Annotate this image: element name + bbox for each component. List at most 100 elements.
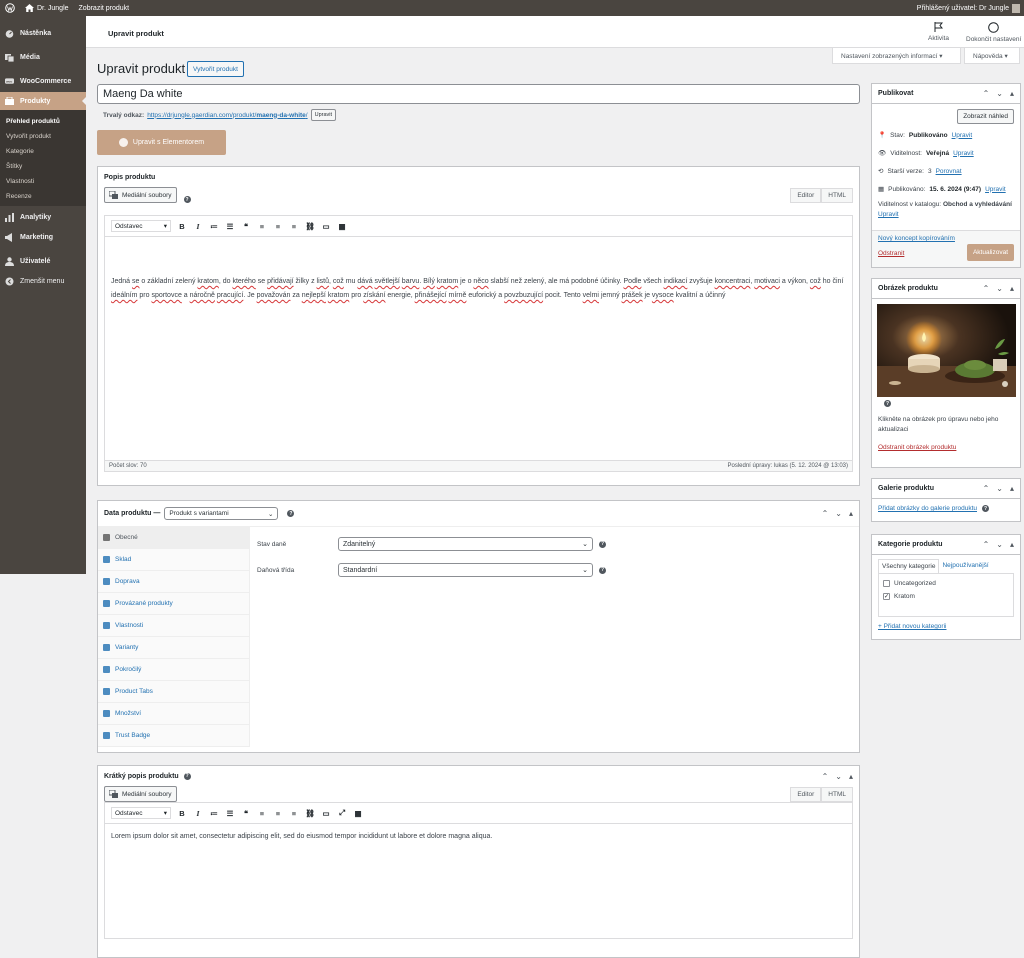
menu-products[interactable]: Produkty xyxy=(0,92,86,110)
toggle-icon[interactable]: ▴ xyxy=(849,772,853,781)
submenu-tags[interactable]: Štítky xyxy=(0,159,86,174)
chevron-down-icon[interactable]: ⌄ xyxy=(996,484,1003,493)
help-icon[interactable]: ? xyxy=(884,400,891,407)
tab-linked[interactable]: Provázané produkty xyxy=(98,593,249,615)
edit-visibility-link[interactable]: Upravit xyxy=(953,150,974,157)
permalink-link[interactable]: https://drjungle.gaerdian.com/produkt/ma… xyxy=(147,112,307,119)
menu-analytics[interactable]: Analytiky xyxy=(0,208,86,226)
tab-editor[interactable]: Editor xyxy=(790,787,822,802)
help-icon[interactable]: ? xyxy=(287,510,295,517)
link-icon[interactable]: ⛓ xyxy=(305,809,315,818)
tab-quantity[interactable]: Množství xyxy=(98,703,249,725)
wordpress-logo-icon[interactable] xyxy=(0,0,20,16)
help-icon[interactable]: ? xyxy=(599,540,606,548)
menu-dashboard[interactable]: Nástěnka xyxy=(0,24,86,42)
chevron-up-icon[interactable]: ⌃ xyxy=(983,89,990,98)
tab-advanced[interactable]: Pokročilý xyxy=(98,659,249,681)
user-account[interactable]: Přihlášený uživatel: Dr Jungle xyxy=(917,3,1024,13)
screen-options-button[interactable]: Nastavení zobrazených informací ▾ xyxy=(832,48,961,64)
toggle-icon[interactable]: ▴ xyxy=(1010,89,1014,98)
category-item[interactable]: Uncategorized xyxy=(883,580,1009,587)
bullet-list-icon[interactable]: ≔ xyxy=(209,809,219,818)
menu-collapse[interactable]: Zmenšit menu xyxy=(0,272,86,290)
tab-product-tabs[interactable]: Product Tabs xyxy=(98,681,249,703)
chevron-down-icon[interactable]: ⌄ xyxy=(996,89,1003,98)
product-title-input[interactable]: Maeng Da white xyxy=(97,84,860,104)
toggle-icon[interactable]: ▴ xyxy=(1010,284,1014,293)
fullscreen-icon[interactable]: ⤢ xyxy=(337,808,347,818)
align-center-icon[interactable]: ≡ xyxy=(273,222,283,231)
site-name-link[interactable]: Dr. Jungle xyxy=(20,0,74,16)
description-editor[interactable]: Jedná se o základní zelený kratom, do kt… xyxy=(104,236,853,461)
checkbox-checked[interactable]: ✓ xyxy=(883,593,890,600)
italic-icon[interactable]: I xyxy=(193,222,203,231)
tax-class-select[interactable]: Standardní ⌄ xyxy=(338,563,593,577)
menu-media[interactable]: Média xyxy=(0,48,86,66)
menu-users[interactable]: Uživatelé xyxy=(0,252,86,270)
tab-variations[interactable]: Varianty xyxy=(98,637,249,659)
view-product-link[interactable]: Zobrazit produkt xyxy=(74,0,135,16)
bold-icon[interactable]: B xyxy=(177,809,187,818)
add-category-link[interactable]: + Přidat novou kategorii xyxy=(878,623,946,630)
chevron-up-icon[interactable]: ⌃ xyxy=(983,284,990,293)
add-media-button[interactable]: Mediální soubory xyxy=(104,786,177,802)
numbered-list-icon[interactable]: ☰ xyxy=(225,222,235,231)
help-icon[interactable]: ? xyxy=(183,196,191,203)
align-center-icon[interactable]: ≡ xyxy=(273,809,283,818)
permalink-edit-button[interactable]: Upravit xyxy=(310,109,337,121)
menu-marketing[interactable]: Marketing xyxy=(0,228,86,246)
tab-most-used[interactable]: Nejpoužívanější xyxy=(939,559,991,573)
italic-icon[interactable]: I xyxy=(193,809,203,818)
bold-icon[interactable]: B xyxy=(177,222,187,231)
align-left-icon[interactable]: ≡ xyxy=(257,809,267,818)
submenu-attributes[interactable]: Vlastnosti xyxy=(0,174,86,189)
finish-setup-button[interactable]: Dokončit nastavení xyxy=(966,22,1021,43)
tab-trust-badge[interactable]: Trust Badge xyxy=(98,725,249,747)
bullet-list-icon[interactable]: ≔ xyxy=(209,222,219,231)
checkbox-unchecked[interactable] xyxy=(883,580,890,587)
product-image[interactable] xyxy=(877,304,1016,397)
toolbar-toggle-icon[interactable]: ▦ xyxy=(337,222,347,231)
trash-link[interactable]: Odstranit xyxy=(878,250,904,257)
preview-button[interactable]: Zobrazit náhled xyxy=(957,109,1014,124)
chevron-up-icon[interactable]: ⌃ xyxy=(822,772,829,781)
tab-inventory[interactable]: Sklad xyxy=(98,549,249,571)
submenu-add-product[interactable]: Vytvořit produkt xyxy=(0,129,86,144)
link-icon[interactable]: ⛓ xyxy=(305,222,315,231)
submenu-reviews[interactable]: Recenze xyxy=(0,189,86,204)
read-more-icon[interactable]: ▭ xyxy=(321,222,331,231)
help-icon[interactable]: ? xyxy=(599,566,606,574)
blockquote-icon[interactable]: ❝ xyxy=(241,809,251,818)
product-type-select[interactable]: Produkt s variantami ⌄ xyxy=(164,507,279,520)
add-gallery-link[interactable]: Přidat obrázky do galerie produktu xyxy=(878,505,977,512)
add-new-product-button[interactable]: Vytvořit produkt xyxy=(187,61,244,77)
tab-all-categories[interactable]: Všechny kategorie xyxy=(878,559,940,573)
help-button[interactable]: Nápověda ▾ xyxy=(964,48,1020,64)
toggle-icon[interactable]: ▴ xyxy=(1010,484,1014,493)
blockquote-icon[interactable]: ❝ xyxy=(241,222,251,231)
chevron-down-icon[interactable]: ⌄ xyxy=(835,772,842,781)
tab-html[interactable]: HTML xyxy=(821,188,853,203)
chevron-down-icon[interactable]: ⌄ xyxy=(996,284,1003,293)
chevron-up-icon[interactable]: ⌃ xyxy=(822,509,829,518)
toggle-icon[interactable]: ▴ xyxy=(1010,540,1014,549)
tab-editor[interactable]: Editor xyxy=(790,188,822,203)
chevron-down-icon[interactable]: ⌄ xyxy=(996,540,1003,549)
update-button[interactable]: Aktualizovat xyxy=(966,244,1014,261)
copy-draft-link[interactable]: Nový koncept kopírováním xyxy=(878,235,955,242)
compare-revisions-link[interactable]: Porovnat xyxy=(936,168,962,175)
toolbar-toggle-icon[interactable]: ▦ xyxy=(353,809,363,818)
menu-woocommerce[interactable]: woo WooCommerce xyxy=(0,72,86,90)
chevron-down-icon[interactable]: ⌄ xyxy=(835,509,842,518)
chevron-up-icon[interactable]: ⌃ xyxy=(983,540,990,549)
category-item[interactable]: ✓ Kratom xyxy=(883,593,1009,600)
edit-status-link[interactable]: Upravit xyxy=(952,132,973,139)
tab-general[interactable]: Obecné xyxy=(98,527,249,549)
tab-attributes[interactable]: Vlastnosti xyxy=(98,615,249,637)
add-media-button[interactable]: Mediální soubory xyxy=(104,187,177,203)
toggle-icon[interactable]: ▴ xyxy=(849,509,853,518)
format-select[interactable]: Odstavec ▾ xyxy=(111,807,171,819)
short-description-editor[interactable]: Lorem ipsum dolor sit amet, consectetur … xyxy=(104,823,853,939)
submenu-all-products[interactable]: Přehled produktů xyxy=(0,114,86,129)
chevron-up-icon[interactable]: ⌃ xyxy=(983,484,990,493)
